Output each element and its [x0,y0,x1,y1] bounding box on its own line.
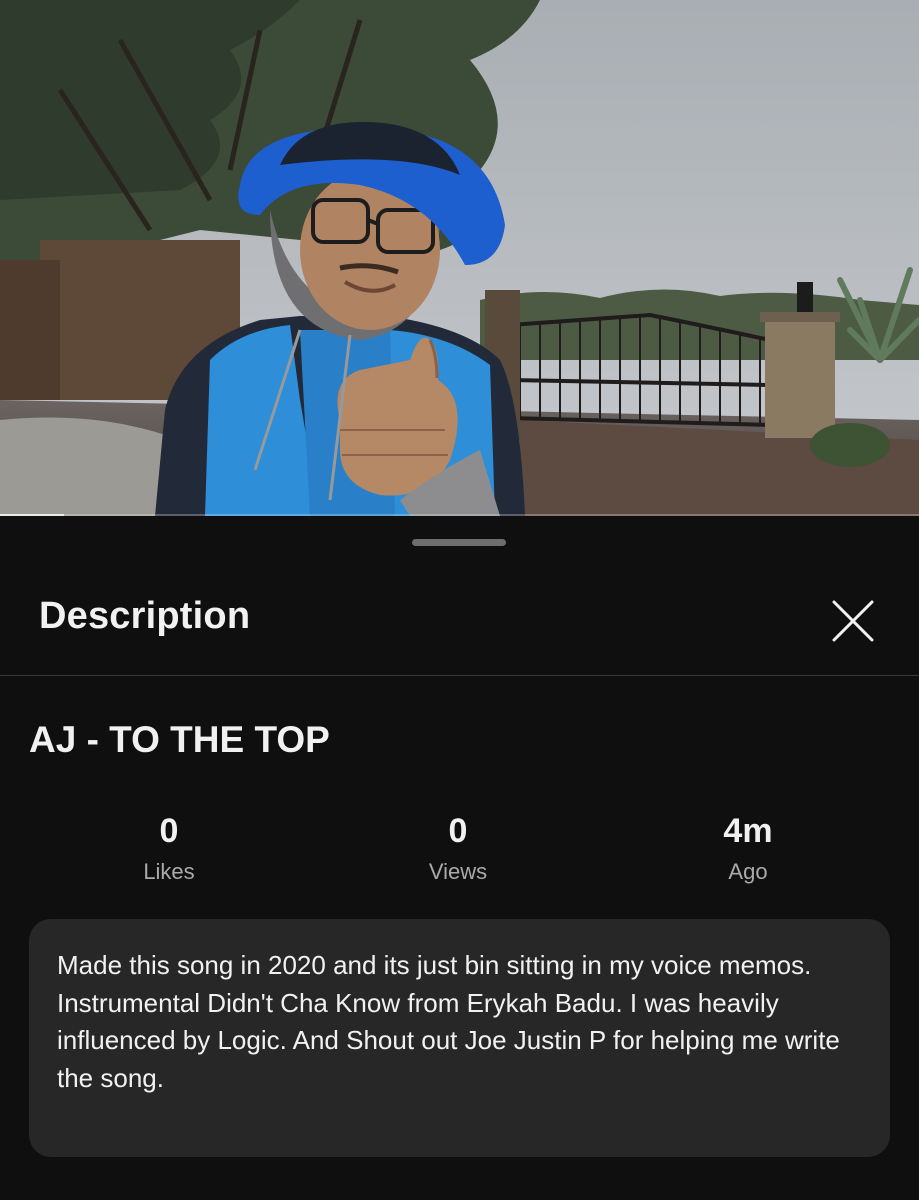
video-progress-bar[interactable] [0,514,919,516]
upload-age-stat: 4m Ago [648,811,848,885]
video-player[interactable] [0,0,919,516]
likes-label: Likes [143,859,195,884]
views-count: 0 [448,812,468,850]
video-frame-thumbnail [0,0,919,516]
panel-title: Description [39,595,251,637]
video-progress-fill [0,514,65,516]
drag-handle[interactable] [412,539,506,546]
views-stat: 0 Views [358,811,558,885]
upload-age-value: 4m [723,812,773,850]
likes-count: 0 [159,812,179,850]
upload-age-label: Ago [728,859,768,884]
description-box: Made this song in 2020 and its just bin … [29,919,890,1157]
close-icon [832,600,874,642]
description-panel: Description AJ - TO THE TOP 0 Likes 0 Vi… [0,517,919,1200]
video-title: AJ - TO THE TOP [29,719,330,760]
likes-stat: 0 Likes [69,811,269,885]
close-button[interactable] [826,594,880,648]
description-text: Made this song in 2020 and its just bin … [57,950,840,1093]
views-label: Views [428,859,488,884]
panel-header: Description [0,577,919,676]
